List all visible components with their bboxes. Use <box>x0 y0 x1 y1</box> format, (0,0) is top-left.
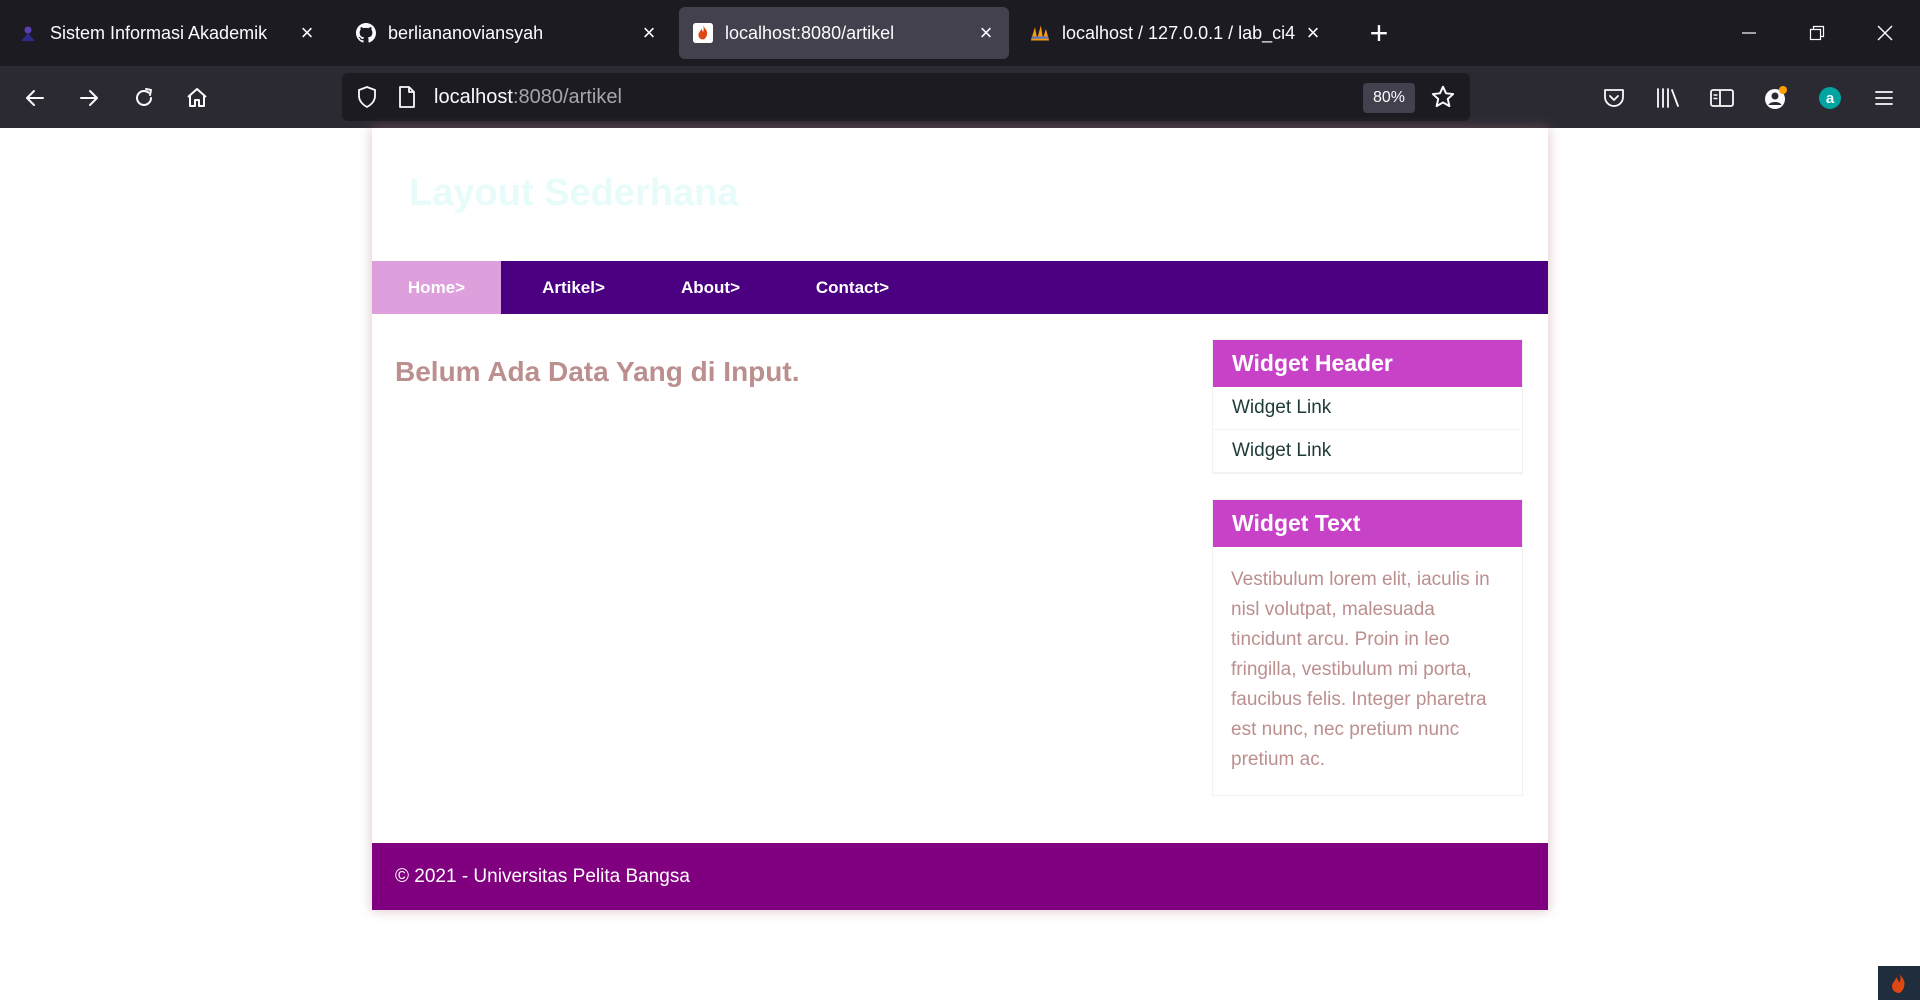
window-close-icon[interactable] <box>1870 18 1900 48</box>
address-bar[interactable]: localhost:8080/artikel 80% <box>342 73 1470 121</box>
widget-link[interactable]: Widget Link <box>1213 430 1522 473</box>
content-area: Belum Ada Data Yang di Input. Widget Hea… <box>372 314 1548 844</box>
widget-header: Widget Header <box>1213 340 1522 387</box>
pocket-icon[interactable] <box>1596 80 1632 116</box>
svg-text:a: a <box>1826 90 1835 107</box>
main-nav: Home> Artikel> About> Contact> <box>372 261 1548 314</box>
nav-about[interactable]: About> <box>646 261 775 314</box>
tab-artikel[interactable]: localhost:8080/artikel × <box>679 7 1009 59</box>
shield-icon[interactable] <box>356 85 378 114</box>
sidebar-icon[interactable] <box>1704 80 1740 116</box>
page-container: Layout Sederhana Home> Artikel> About> C… <box>372 128 1548 910</box>
bookmark-star-icon[interactable] <box>1430 84 1456 115</box>
tab-title: localhost / 127.0.0.1 / lab_ci4 | p <box>1062 22 1300 43</box>
restore-icon[interactable] <box>1802 18 1832 48</box>
page-icon[interactable] <box>397 85 417 114</box>
home-icon[interactable] <box>179 80 215 116</box>
nav-home[interactable]: Home> <box>372 261 501 314</box>
site-title: Layout Sederhana <box>409 172 739 214</box>
minimize-icon[interactable] <box>1734 18 1764 48</box>
tab-title: berliananoviansyah <box>388 22 544 43</box>
tab-phpmyadmin[interactable]: localhost / 127.0.0.1 / lab_ci4 | p × <box>1016 7 1336 59</box>
new-tab-plus-icon[interactable]: + <box>1362 15 1396 51</box>
nav-artikel[interactable]: Artikel> <box>501 261 646 314</box>
account-icon[interactable] <box>1758 80 1794 116</box>
site-footer: © 2021 - Universitas Pelita Bangsa <box>372 843 1548 910</box>
widget-links: Widget Header Widget Link Widget Link <box>1212 339 1523 474</box>
reload-icon[interactable] <box>126 80 162 116</box>
browser-tab-bar: Sistem Informasi Akademik × berliananovi… <box>0 0 1920 66</box>
menu-icon[interactable] <box>1866 80 1902 116</box>
codeigniter-icon <box>693 23 713 43</box>
zoom-level[interactable]: 80% <box>1363 83 1415 113</box>
close-icon[interactable]: × <box>636 20 662 46</box>
widget-text-body: Vestibulum lorem elit, iaculis in nisl v… <box>1231 569 1490 770</box>
widget-link[interactable]: Widget Link <box>1213 387 1522 430</box>
sidebar: Widget Header Widget Link Widget Link Wi… <box>1212 339 1523 821</box>
url-text[interactable]: localhost:8080/artikel <box>434 86 622 109</box>
tab-github[interactable]: berliananoviansyah × <box>342 7 672 59</box>
library-icon[interactable] <box>1650 80 1686 116</box>
widget-text: Widget Text Vestibulum lorem elit, iacul… <box>1212 499 1523 796</box>
tab-title: Sistem Informasi Akademik <box>50 22 268 43</box>
campus-icon <box>18 23 38 43</box>
debug-toolbar-icon[interactable] <box>1878 966 1920 1000</box>
empty-data-message: Belum Ada Data Yang di Input. <box>395 356 800 387</box>
tab-sistem-informasi[interactable]: Sistem Informasi Akademik × <box>4 7 330 59</box>
widget-text-header: Widget Text <box>1213 500 1522 547</box>
back-icon[interactable] <box>17 80 53 116</box>
site-header: Layout Sederhana <box>372 128 1548 261</box>
close-icon[interactable]: × <box>294 20 320 46</box>
close-icon[interactable]: × <box>973 20 999 46</box>
tab-title: localhost:8080/artikel <box>725 22 895 43</box>
nav-contact[interactable]: Contact> <box>775 261 930 314</box>
phpmyadmin-icon <box>1030 23 1050 43</box>
browser-toolbar: localhost:8080/artikel 80% a <box>0 66 1920 128</box>
forward-icon[interactable] <box>71 80 107 116</box>
extension-icon[interactable]: a <box>1812 80 1848 116</box>
github-icon <box>356 23 376 43</box>
close-icon[interactable]: × <box>1300 20 1326 46</box>
